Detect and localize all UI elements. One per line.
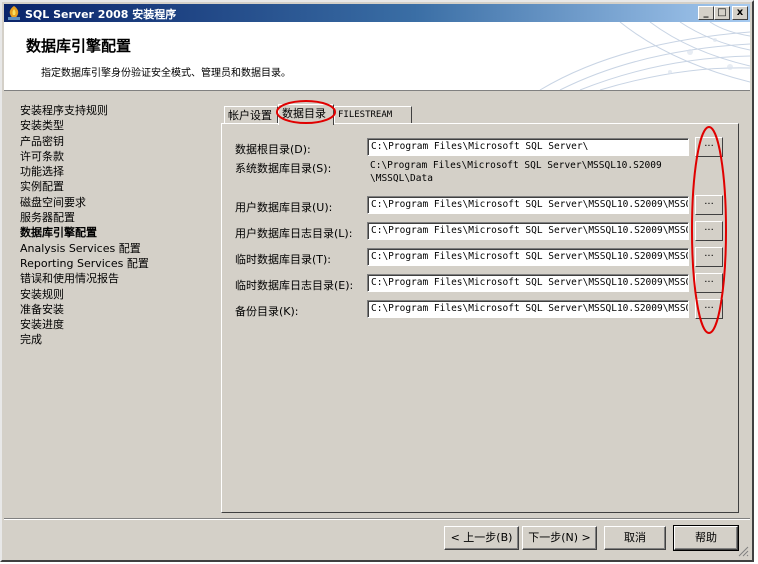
- nav-item-instance-config[interactable]: 实例配置: [20, 179, 205, 194]
- nav-item-setup-support-rules[interactable]: 安装程序支持规则: [20, 103, 205, 118]
- close-button[interactable]: x: [732, 6, 748, 20]
- back-button[interactable]: < 上一步(B): [444, 526, 519, 550]
- footer-divider: [4, 518, 750, 520]
- header-decoration-icon: [539, 22, 750, 90]
- page-title: 数据库引擎配置: [26, 37, 132, 55]
- resize-grip-icon[interactable]: [737, 545, 749, 557]
- nav-item-license-terms[interactable]: 许可条款: [20, 149, 205, 164]
- nav-item-analysis-services[interactable]: Analysis Services 配置: [20, 241, 205, 256]
- nav-item-database-engine-config[interactable]: 数据库引擎配置: [20, 225, 205, 240]
- setup-window: SQL Server 2008 安装程序 _ □ x 数据库引擎配置 指定数据库…: [0, 0, 754, 562]
- minimize-button[interactable]: _: [698, 6, 714, 20]
- nav-item-install-progress[interactable]: 安装进度: [20, 317, 205, 332]
- data-directories-panel: [221, 123, 739, 513]
- maximize-button[interactable]: □: [714, 6, 730, 20]
- nav-item-ready-to-install[interactable]: 准备安装: [20, 302, 205, 317]
- title-bar[interactable]: SQL Server 2008 安装程序 _ □ x: [4, 4, 750, 22]
- window-title: SQL Server 2008 安装程序: [25, 8, 177, 21]
- nav-item-server-config[interactable]: 服务器配置: [20, 210, 205, 225]
- nav-item-disk-space[interactable]: 磁盘空间要求: [20, 195, 205, 210]
- help-button[interactable]: 帮助: [673, 525, 739, 551]
- setup-steps-nav: 安装程序支持规则 安装类型 产品密钥 许可条款 功能选择 实例配置 磁盘空间要求…: [20, 103, 205, 348]
- nav-item-feature-selection[interactable]: 功能选择: [20, 164, 205, 179]
- sql-server-logo-icon: [8, 6, 20, 20]
- next-button[interactable]: 下一步(N) >: [522, 526, 597, 550]
- tab-account-settings[interactable]: 帐户设置: [224, 106, 278, 124]
- cancel-button[interactable]: 取消: [604, 526, 666, 550]
- nav-item-product-key[interactable]: 产品密钥: [20, 134, 205, 149]
- nav-item-error-reporting[interactable]: 错误和使用情况报告: [20, 271, 205, 286]
- page-header: 数据库引擎配置 指定数据库引擎身份验证安全模式、管理员和数据目录。: [4, 22, 750, 91]
- tab-filestream[interactable]: FILESTREAM: [334, 106, 412, 124]
- nav-item-install-type[interactable]: 安装类型: [20, 118, 205, 133]
- tab-data-directories[interactable]: 数据目录: [278, 104, 334, 125]
- page-subtitle: 指定数据库引擎身份验证安全模式、管理员和数据目录。: [41, 68, 291, 79]
- nav-item-complete[interactable]: 完成: [20, 332, 205, 347]
- nav-item-reporting-services[interactable]: Reporting Services 配置: [20, 256, 205, 271]
- nav-item-install-rules[interactable]: 安装规则: [20, 287, 205, 302]
